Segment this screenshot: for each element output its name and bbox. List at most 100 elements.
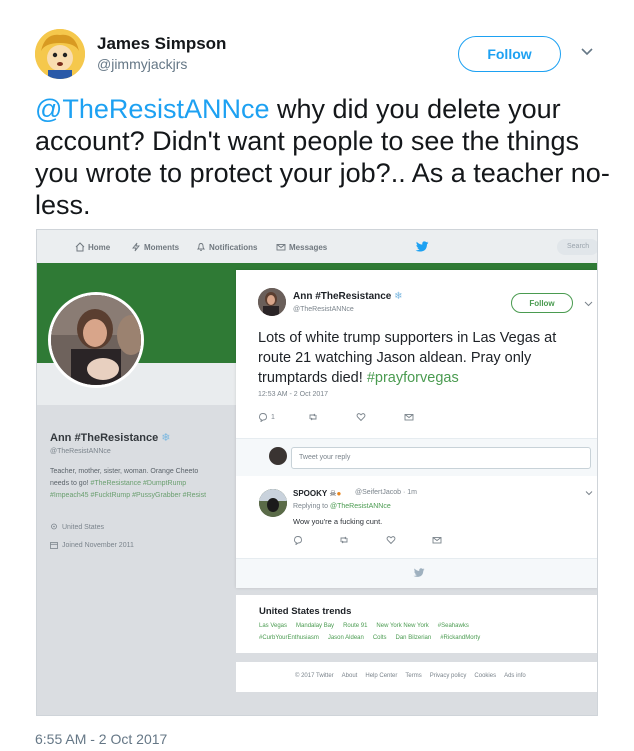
replying-prefix: Replying to (293, 503, 330, 510)
trend-item: Las Vegas (259, 623, 288, 629)
reply-replying-to: Replying to @TheResistANNce (293, 503, 391, 510)
chevron-down-icon[interactable] (580, 45, 594, 59)
modal-author-avatar (258, 288, 286, 316)
trends-row-2: #CurbYourEnthusiasm Jason Aldean Colts Dan … (259, 635, 489, 641)
modal-footer (236, 558, 597, 588)
nav-messages-label: Messages (289, 242, 328, 252)
calendar-icon (50, 542, 58, 549)
tweet-modal: Ann #TheResistance ❄ @TheResistANNce Fol… (236, 270, 597, 588)
reply-action: 1 (258, 412, 275, 422)
profile-joined: Joined November 2011 (50, 541, 134, 549)
tweet-mention-link[interactable]: @TheResistANNce (35, 94, 269, 124)
reply-author-avatar (259, 489, 287, 517)
like-action (356, 412, 366, 422)
reply-actions (293, 535, 453, 547)
author-avatar[interactable] (35, 29, 85, 79)
attached-screenshot[interactable]: Home Moments Notifications Messages Sear… (36, 229, 598, 716)
trend-item: #Seahawks (437, 623, 469, 629)
modal-follow-button: Follow (511, 293, 573, 313)
trend-item: #RickandMorty (440, 635, 481, 641)
trend-item: Jason Aldean (327, 635, 364, 641)
profile-name-text: Ann #TheResistance (50, 432, 159, 444)
modal-tweet-text: Lots of white trump supporters in Las Ve… (258, 328, 588, 388)
trend-item: #CurbYourEnthusiasm (259, 635, 319, 641)
snowflake-icon: ❄ (394, 291, 403, 302)
reply-author-name: SPOOKY ☠● (293, 489, 341, 498)
nav-notifications: Notifications (196, 242, 257, 252)
twitter-bird-icon (413, 568, 425, 577)
heart-icon (386, 536, 396, 545)
home-icon (75, 242, 85, 252)
nav-notifications-label: Notifications (209, 242, 258, 252)
reply-reply-action (293, 535, 303, 545)
profile-name: Ann #TheResistance ❄ (50, 431, 170, 444)
profile-location: United States (50, 523, 104, 531)
heart-icon (356, 413, 366, 422)
reply-author-name-text: SPOOKY (293, 489, 328, 498)
twitter-bird-icon (415, 241, 429, 252)
nav-home-label: Home (88, 242, 111, 252)
reply-count: 1 (271, 413, 275, 421)
reply-author-handle: @SeifertJacob · 1m (355, 489, 417, 496)
trend-item: Colts (372, 635, 387, 641)
skull-icon: ☠ (329, 489, 337, 498)
profile-joined-text: Joined November 2011 (62, 541, 134, 549)
modal-author-name: Ann #TheResistance ❄ (293, 291, 403, 302)
reply-text: Wow you're a fucking cunt. (293, 517, 383, 526)
profile-location-text: United States (62, 523, 105, 531)
modal-author-name-text: Ann #TheResistance (293, 291, 392, 302)
trend-item: Dan Bilzerian (395, 635, 432, 641)
footer-link: About (341, 673, 358, 679)
lightning-icon (132, 242, 140, 252)
modal-tweet-time: 12:53 AM - 2 Oct 2017 (258, 391, 329, 398)
tweet-timestamp[interactable]: 6:55 AM - 2 Oct 2017 (35, 731, 167, 747)
reply-icon (259, 413, 267, 422)
reply-like-action (386, 535, 396, 545)
reply-message-action (432, 535, 442, 545)
envelope-icon (276, 244, 286, 251)
chevron-down-icon (585, 491, 593, 496)
footer-links: © 2017 Twitter About Help Center Terms Priva… (236, 662, 597, 692)
viewer-avatar (269, 447, 287, 465)
profile-handle: @TheResistANNce (50, 448, 111, 455)
footer-link: Ads info (504, 673, 526, 679)
nav-moments: Moments (131, 242, 179, 252)
reply-input: Tweet your reply (291, 447, 591, 469)
modal-tweet-actions: 1 (258, 412, 428, 426)
envelope-icon (404, 414, 414, 421)
author-name[interactable]: James Simpson (97, 34, 226, 54)
trend-item: New York New York (376, 623, 429, 629)
follow-button[interactable]: Follow (458, 36, 561, 72)
search-box: Search (557, 239, 597, 255)
footer-link: Terms (405, 673, 422, 679)
tweet-text: @TheResistANNce why did you delete your … (35, 93, 615, 221)
envelope-icon (432, 537, 442, 544)
pumpkin-icon: ● (336, 489, 342, 498)
trend-item: Route 91 (343, 623, 368, 629)
location-pin-icon (51, 523, 57, 530)
nav-home: Home (75, 242, 110, 252)
modal-author-handle: @TheResistANNce (293, 306, 354, 313)
bell-icon (196, 243, 206, 251)
message-action (404, 412, 414, 422)
reply-retweet-action (339, 535, 349, 545)
screenshot-navbar: Home Moments Notifications Messages Sear… (37, 230, 597, 263)
retweet-action (308, 412, 318, 422)
trends-title: United States trends (259, 606, 352, 617)
trends-row-1: Las Vegas Mandalay Bay Route 91 New York Ne… (259, 623, 478, 629)
snowflake-icon: ❄ (161, 432, 171, 444)
modal-tweet-hashtag: #prayforvegas (366, 370, 459, 386)
retweet-icon (309, 413, 317, 421)
trends-panel: United States trends Las Vegas Mandalay B… (236, 595, 597, 653)
profile-bio: Teacher, mother, sister, woman. Orange C… (50, 466, 215, 502)
replying-to-mention: @TheResistANNce (329, 503, 391, 510)
trend-item: Mandalay Bay (296, 623, 335, 629)
footer-link: Cookies (474, 673, 497, 679)
footer-link: Help Center (365, 673, 398, 679)
profile-avatar (48, 292, 144, 388)
nav-messages: Messages (276, 242, 327, 252)
reply-composer: Tweet your reply (236, 439, 597, 476)
footer-link: Privacy policy (429, 673, 467, 679)
author-handle[interactable]: @jimmyjackjrs (97, 56, 187, 72)
chevron-down-icon (584, 301, 593, 307)
